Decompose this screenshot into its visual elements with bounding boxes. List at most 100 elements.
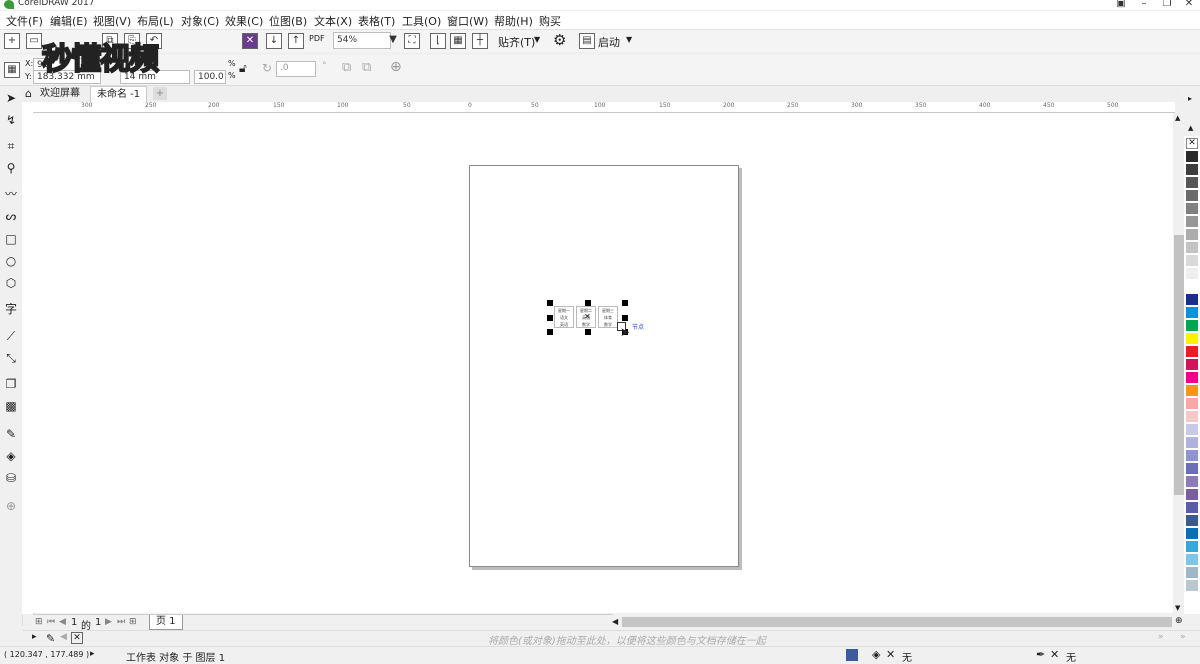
- account-icon[interactable]: ▣: [1110, 0, 1132, 9]
- color-swatch[interactable]: [1186, 320, 1198, 331]
- show-grid-icon[interactable]: ▦: [450, 33, 466, 49]
- color-swatch[interactable]: [1186, 528, 1198, 539]
- table-cell[interactable]: 星期三 体育 数学: [598, 306, 618, 328]
- full-screen-icon[interactable]: ⛶: [404, 33, 420, 49]
- corel-connect-icon[interactable]: ✕: [242, 33, 258, 49]
- color-swatch[interactable]: [1186, 489, 1198, 500]
- color-swatch[interactable]: [1186, 229, 1198, 240]
- current-page-number[interactable]: 1: [71, 617, 77, 628]
- zoom-tool-icon[interactable]: ⚲: [3, 160, 19, 176]
- selection-handle[interactable]: [622, 315, 628, 321]
- add-property-icon[interactable]: ⊕: [390, 59, 402, 75]
- color-proof-icon[interactable]: [846, 649, 858, 661]
- color-swatch[interactable]: [1186, 190, 1198, 201]
- zoom-dropdown-icon[interactable]: ▼: [387, 33, 399, 49]
- horizontal-scrollbar[interactable]: [622, 617, 1172, 627]
- color-swatch[interactable]: [1186, 502, 1198, 513]
- color-swatch[interactable]: [1186, 463, 1198, 474]
- rotation-input[interactable]: .0: [276, 61, 316, 77]
- show-rulers-icon[interactable]: ⌊: [430, 33, 446, 49]
- interactive-fill-icon[interactable]: ◈: [3, 448, 19, 464]
- object-origin-icon[interactable]: ▦: [4, 62, 20, 78]
- color-swatch[interactable]: [1186, 346, 1198, 357]
- selection-handle[interactable]: [547, 315, 553, 321]
- color-swatch[interactable]: [1186, 151, 1198, 162]
- selection-handle[interactable]: [622, 300, 628, 306]
- export-icon[interactable]: ↑: [288, 33, 304, 49]
- color-swatch[interactable]: [1186, 203, 1198, 214]
- menu-help[interactable]: 帮助(H): [494, 13, 533, 29]
- color-swatch[interactable]: [1186, 450, 1198, 461]
- freehand-tool-icon[interactable]: 〰: [3, 186, 19, 202]
- eyedropper-icon[interactable]: ✎: [3, 426, 19, 442]
- menu-tools[interactable]: 工具(O): [402, 13, 441, 29]
- color-swatch[interactable]: [1186, 567, 1198, 578]
- color-swatch[interactable]: [1186, 554, 1198, 565]
- menu-bitmaps[interactable]: 位图(B): [269, 13, 307, 29]
- show-guidelines-icon[interactable]: ┼: [472, 33, 488, 49]
- page-tab-1[interactable]: 页 1: [149, 615, 183, 630]
- options-gear-icon[interactable]: ⚙: [553, 31, 566, 49]
- color-swatch[interactable]: [1186, 333, 1198, 344]
- eyedropper-icon[interactable]: ✎: [46, 632, 55, 645]
- rectangle-tool-icon[interactable]: □: [3, 231, 19, 247]
- color-swatch[interactable]: [1186, 268, 1198, 279]
- color-swatch[interactable]: [1186, 372, 1198, 383]
- no-color-swatch[interactable]: ✕: [71, 632, 83, 644]
- table-cell[interactable]: 星期一 语文 英语: [554, 306, 574, 328]
- color-swatch[interactable]: [1186, 541, 1198, 552]
- menu-window[interactable]: 窗口(W): [447, 13, 488, 29]
- color-swatch[interactable]: [1186, 437, 1198, 448]
- color-swatch[interactable]: [1186, 476, 1198, 487]
- document-page[interactable]: [469, 165, 739, 567]
- next-page-icon[interactable]: ▶: [105, 617, 112, 627]
- color-swatch[interactable]: [1186, 177, 1198, 188]
- color-swatch[interactable]: [1186, 164, 1198, 175]
- scroll-up-icon[interactable]: ▲: [1175, 114, 1180, 122]
- selection-handle[interactable]: [547, 329, 553, 335]
- scroll-down-icon[interactable]: ▼: [1175, 604, 1180, 612]
- doc-palette-right-icon[interactable]: »: [1158, 632, 1164, 642]
- ellipse-tool-icon[interactable]: ○: [3, 253, 19, 269]
- add-tool-icon[interactable]: ⊕: [3, 498, 19, 514]
- expand-docker-icon[interactable]: ▸: [1188, 94, 1192, 103]
- shape-tool-icon[interactable]: ↯: [3, 112, 19, 128]
- selection-handle[interactable]: [585, 300, 591, 306]
- restore-button[interactable]: ❐: [1156, 0, 1178, 9]
- launch-dropdown-icon[interactable]: ▼: [626, 35, 632, 44]
- new-document-icon[interactable]: +: [4, 33, 20, 49]
- drop-shadow-icon[interactable]: ❐: [3, 376, 19, 392]
- menu-buy[interactable]: 购买: [539, 13, 561, 29]
- color-swatch[interactable]: [1186, 281, 1198, 292]
- menu-edit[interactable]: 编辑(E): [50, 13, 88, 29]
- tab-untitled-1[interactable]: 未命名 -1: [90, 86, 148, 102]
- minimize-button[interactable]: –: [1133, 0, 1155, 9]
- text-tool-icon[interactable]: 字: [3, 301, 19, 317]
- connector-tool-icon[interactable]: ⤡: [3, 350, 19, 366]
- snap-dropdown-icon[interactable]: ▼: [534, 35, 540, 44]
- color-swatch[interactable]: [1186, 580, 1198, 591]
- new-tab-icon[interactable]: +: [153, 87, 167, 100]
- import-icon[interactable]: ↓: [266, 33, 282, 49]
- doc-palette-left-icon[interactable]: ◀: [60, 632, 67, 642]
- close-button[interactable]: ✕: [1178, 0, 1200, 9]
- menu-text[interactable]: 文本(X): [314, 13, 352, 29]
- polygon-tool-icon[interactable]: ⬡: [3, 275, 19, 291]
- menu-table[interactable]: 表格(T): [358, 13, 395, 29]
- color-swatch[interactable]: [1186, 294, 1198, 305]
- doc-palette-expand-icon[interactable]: »: [1180, 632, 1186, 642]
- open-icon[interactable]: ▭: [26, 33, 42, 49]
- smart-fill-icon[interactable]: ⛁: [3, 470, 19, 486]
- zoom-level-input[interactable]: 54%: [333, 32, 391, 49]
- selection-handle[interactable]: [585, 329, 591, 335]
- color-swatch[interactable]: [1186, 255, 1198, 266]
- horizontal-ruler[interactable]: 300 250 200 150 100 50 0 50 100 150 200 …: [33, 102, 1175, 113]
- scroll-left-icon[interactable]: ◀: [612, 617, 618, 626]
- home-icon[interactable]: ⌂: [25, 87, 32, 100]
- no-color-swatch[interactable]: ✕: [1186, 138, 1198, 149]
- pick-tool-icon[interactable]: ➤: [3, 90, 19, 106]
- color-swatch[interactable]: [1186, 385, 1198, 396]
- mirror-horizontal-icon[interactable]: ⧉: [342, 60, 351, 75]
- transparency-icon[interactable]: ▩: [3, 398, 19, 414]
- scale-input[interactable]: 100.0: [194, 70, 226, 84]
